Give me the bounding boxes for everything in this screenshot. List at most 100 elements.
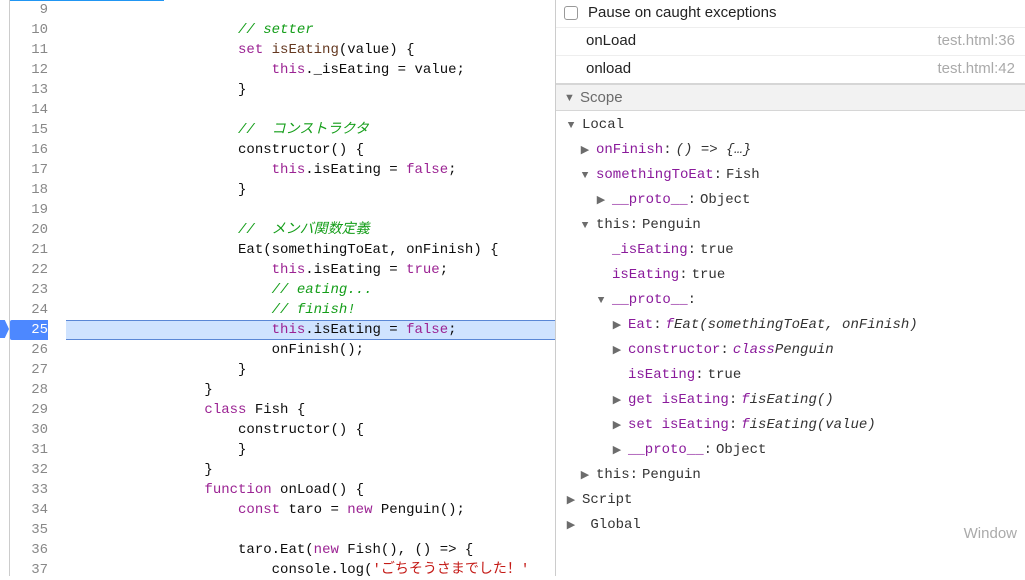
code-line[interactable]: this.isEating = false;	[66, 320, 555, 340]
scope-variable-row[interactable]: this: Penguin	[566, 463, 1019, 488]
line-number[interactable]: 25	[10, 320, 48, 340]
scope-variable-row[interactable]: set isEating: f isEating(value)	[566, 413, 1019, 438]
chevron-right-icon[interactable]	[612, 389, 622, 414]
code-line[interactable]: // setter	[66, 20, 555, 40]
chevron-right-icon[interactable]	[580, 139, 590, 164]
scope-variable-row[interactable]: isEating: true	[566, 263, 1019, 288]
checkbox-icon[interactable]	[564, 6, 578, 20]
code-line[interactable]: }	[66, 80, 555, 100]
scope-variable-row[interactable]: __proto__:	[566, 288, 1019, 313]
line-number[interactable]: 23	[10, 280, 48, 300]
line-number[interactable]: 22	[10, 260, 48, 280]
variable-name: _isEating	[612, 238, 688, 263]
line-number[interactable]: 12	[10, 60, 48, 80]
scope-variable-row[interactable]: get isEating: f isEating()	[566, 388, 1019, 413]
line-number[interactable]: 27	[10, 360, 48, 380]
line-number[interactable]: 36	[10, 540, 48, 560]
chevron-down-icon[interactable]	[580, 214, 590, 239]
code-line[interactable]: this._isEating = value;	[66, 60, 555, 80]
line-number[interactable]: 14	[10, 100, 48, 120]
code-line[interactable]: set isEating(value) {	[66, 40, 555, 60]
line-number-gutter[interactable]: 9101112131415161718192021222324252627282…	[10, 0, 66, 576]
code-line[interactable]: // メンバ関数定義	[66, 220, 555, 240]
code-line[interactable]: }	[66, 180, 555, 200]
scope-variable-row[interactable]: Eat: f Eat(somethingToEat, onFinish)	[566, 313, 1019, 338]
pause-on-caught-row[interactable]: Pause on caught exceptions	[556, 0, 1025, 27]
code-line[interactable]: this.isEating = false;	[66, 160, 555, 180]
scope-local-label: Local	[582, 113, 624, 138]
line-number[interactable]: 15	[10, 120, 48, 140]
line-number[interactable]: 13	[10, 80, 48, 100]
scope-variable-row[interactable]: __proto__: Object	[566, 438, 1019, 463]
scope-variable-row[interactable]: __proto__: Object	[566, 188, 1019, 213]
scope-variable-row[interactable]: isEating: true	[566, 363, 1019, 388]
scope-script-header[interactable]: Script	[566, 488, 1019, 513]
scope-variable-row[interactable]: this: Penguin	[566, 213, 1019, 238]
line-number[interactable]: 37	[10, 560, 48, 580]
line-number[interactable]: 28	[10, 380, 48, 400]
chevron-right-icon[interactable]	[596, 189, 606, 214]
code-line[interactable]: Eat(somethingToEat, onFinish) {	[66, 240, 555, 260]
code-line[interactable]: constructor() {	[66, 140, 555, 160]
line-number[interactable]: 30	[10, 420, 48, 440]
code-line[interactable]: this.isEating = true;	[66, 260, 555, 280]
code-line[interactable]: const taro = new Penguin();	[66, 500, 555, 520]
code-line[interactable]: taro.Eat(new Fish(), () => {	[66, 540, 555, 560]
line-number[interactable]: 26	[10, 340, 48, 360]
line-number[interactable]: 16	[10, 140, 48, 160]
line-number[interactable]: 32	[10, 460, 48, 480]
code-line[interactable]	[66, 100, 555, 120]
code-line[interactable]: class Fish {	[66, 400, 555, 420]
line-number[interactable]: 33	[10, 480, 48, 500]
colon: :	[688, 288, 700, 313]
code-line[interactable]: // eating...	[66, 280, 555, 300]
callstack-frame[interactable]: onLoadtest.html:36	[556, 27, 1025, 55]
line-number[interactable]: 20	[10, 220, 48, 240]
scope-local-header[interactable]: Local	[566, 113, 1019, 138]
variable-name: onFinish	[596, 138, 663, 163]
line-number[interactable]: 35	[10, 520, 48, 540]
scope-variable-row[interactable]: onFinish: () => {…}	[566, 138, 1019, 163]
chevron-down-icon[interactable]	[580, 164, 590, 189]
scope-variable-row[interactable]: somethingToEat: Fish	[566, 163, 1019, 188]
code-line[interactable]: }	[66, 460, 555, 480]
callstack-frame[interactable]: onloadtest.html:42	[556, 55, 1025, 83]
line-number[interactable]: 21	[10, 240, 48, 260]
code-line[interactable]: onFinish();	[66, 340, 555, 360]
line-number[interactable]: 19	[10, 200, 48, 220]
code-line[interactable]	[66, 520, 555, 540]
chevron-right-icon[interactable]	[612, 339, 622, 364]
variable-value: true	[692, 263, 726, 288]
chevron-down-icon[interactable]	[596, 289, 606, 314]
line-number[interactable]: 17	[10, 160, 48, 180]
scope-variable-row[interactable]: _isEating: true	[566, 238, 1019, 263]
line-number[interactable]: 11	[10, 40, 48, 60]
code-area[interactable]: // setter set isEating(value) { this._is…	[66, 0, 555, 576]
code-line[interactable]	[66, 200, 555, 220]
line-number[interactable]: 34	[10, 500, 48, 520]
line-number[interactable]: 31	[10, 440, 48, 460]
frame-name: onLoad	[586, 32, 636, 49]
scope-variable-row[interactable]: constructor: class Penguin	[566, 338, 1019, 363]
code-line[interactable]: // コンストラクタ	[66, 120, 555, 140]
scope-header[interactable]: Scope	[556, 84, 1025, 111]
code-line[interactable]	[66, 0, 555, 20]
code-line[interactable]: // finish!	[66, 300, 555, 320]
line-number[interactable]: 24	[10, 300, 48, 320]
chevron-right-icon[interactable]	[612, 439, 622, 464]
code-line[interactable]: function onLoad() {	[66, 480, 555, 500]
chevron-right-icon[interactable]	[612, 314, 622, 339]
spacer-icon	[596, 239, 606, 264]
code-line[interactable]: console.log('ごちそうさまでした！'	[66, 560, 555, 580]
chevron-right-icon[interactable]	[612, 414, 622, 439]
line-number[interactable]: 29	[10, 400, 48, 420]
line-number[interactable]: 10	[10, 20, 48, 40]
chevron-right-icon[interactable]	[580, 464, 590, 489]
code-line[interactable]: }	[66, 360, 555, 380]
line-number[interactable]: 18	[10, 180, 48, 200]
code-line[interactable]: }	[66, 440, 555, 460]
code-line[interactable]: constructor() {	[66, 420, 555, 440]
code-line[interactable]: }	[66, 380, 555, 400]
line-number[interactable]: 9	[10, 0, 48, 20]
scope-global-header[interactable]: Global	[566, 513, 1019, 538]
